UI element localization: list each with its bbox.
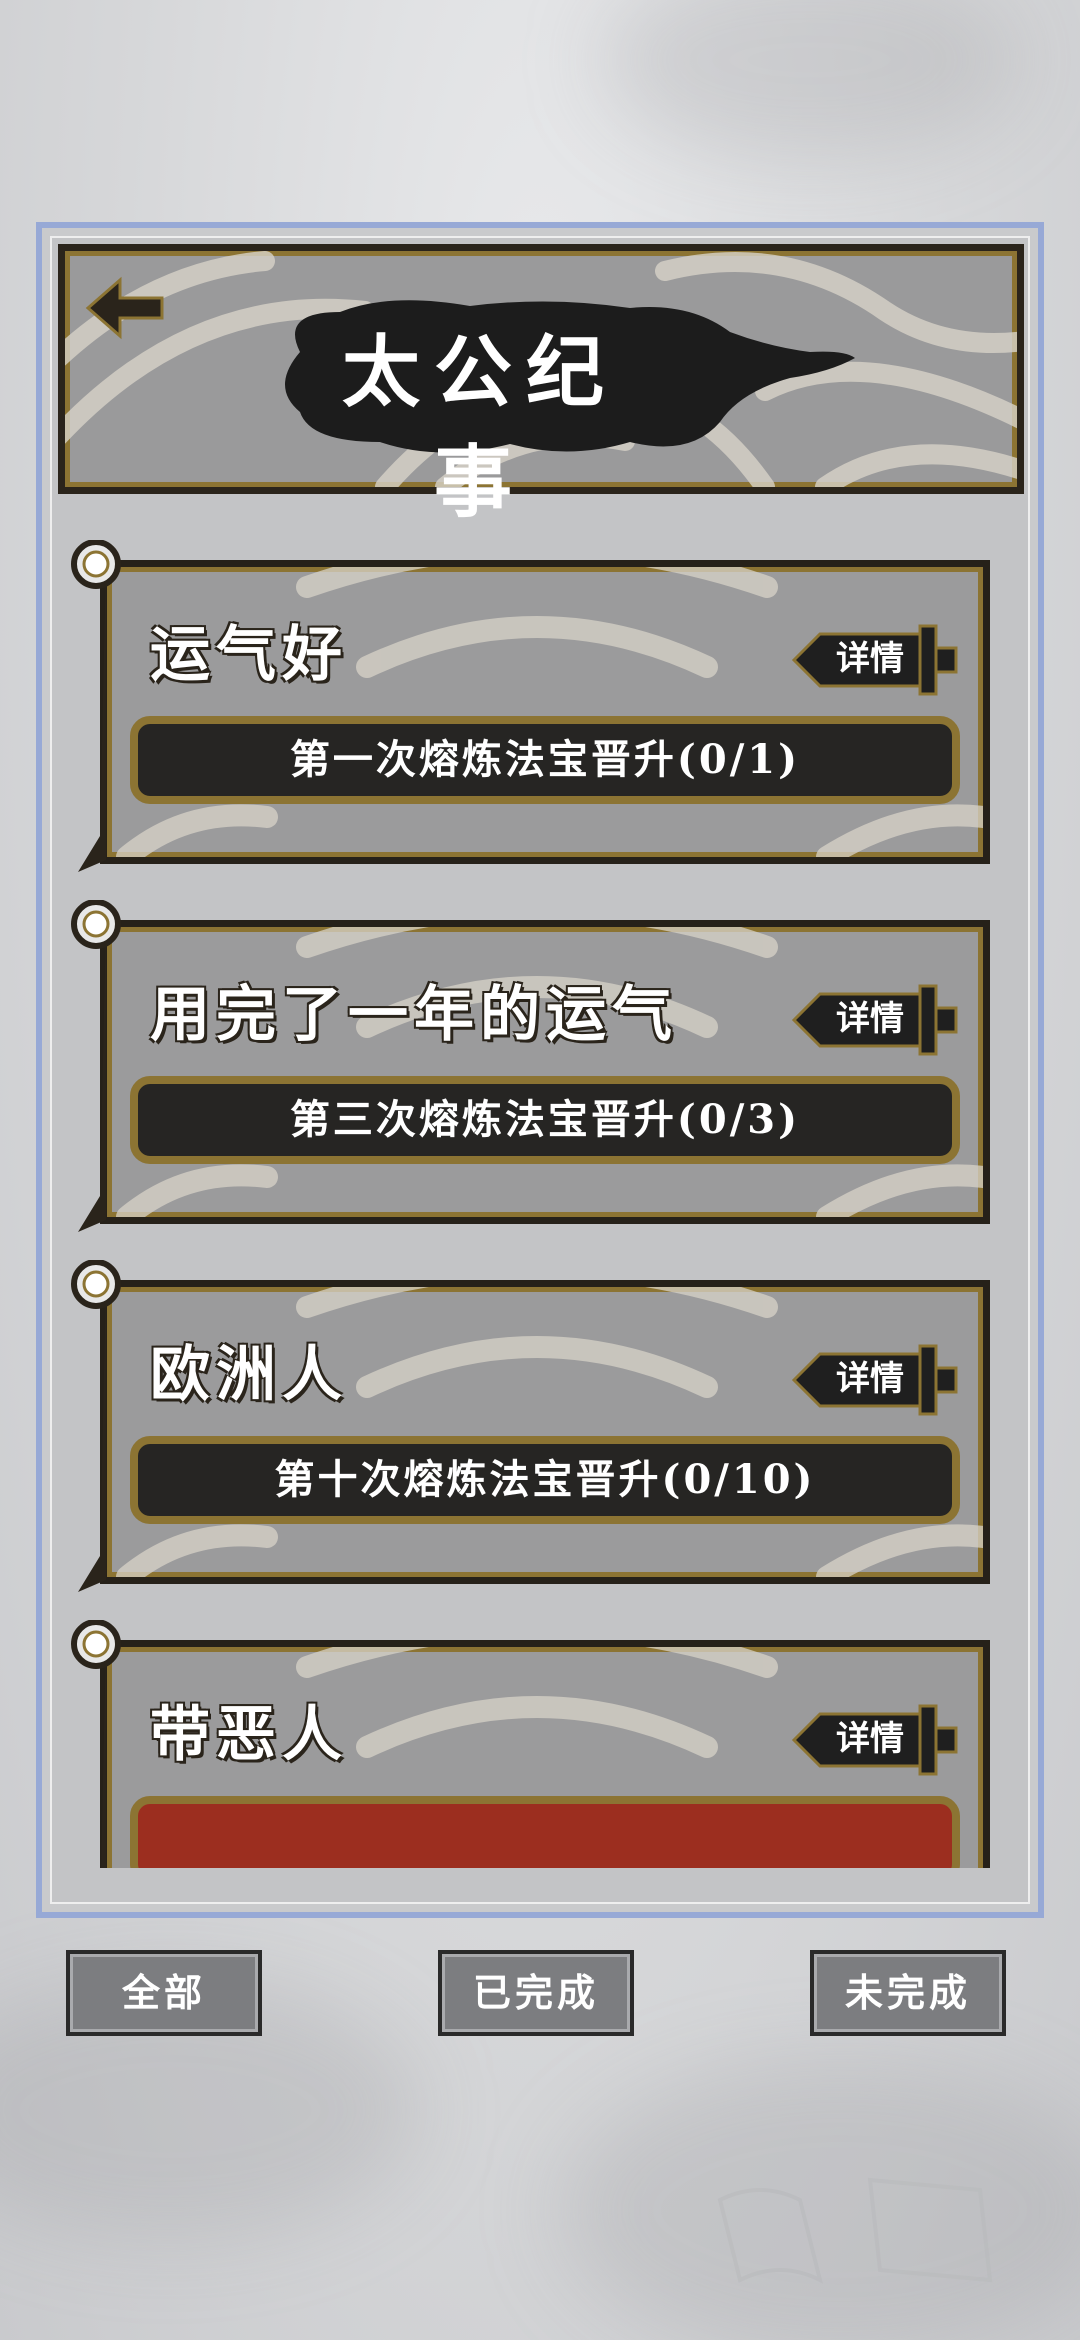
achievement-card: 运气好 详情 第一次熔炼法宝晋升(0/1) bbox=[60, 540, 1000, 880]
tab-incomplete[interactable]: 未完成 bbox=[810, 1950, 1006, 2036]
tab-all[interactable]: 全部 bbox=[66, 1950, 262, 2036]
achievement-card: 欧洲人 详情 第十次熔炼法宝晋升(0/10) bbox=[60, 1260, 1000, 1600]
achievement-list: 运气好 详情 第一次熔炼法宝晋升(0/1) 用完了一年的运气 详情 第三次熔炼法… bbox=[60, 540, 1020, 1868]
game-screen: 太公纪事 运气好 详情 第一次熔炼法宝晋升(0/1) 用完了一年的运气 详情 第… bbox=[0, 0, 1080, 2340]
achievement-card: 用完了一年的运气 详情 第三次熔炼法宝晋升(0/3) bbox=[60, 900, 1000, 1240]
scroll-decoration-icon bbox=[717, 2177, 993, 2284]
tab-completed[interactable]: 已完成 bbox=[438, 1950, 634, 2036]
detail-label: 详情 bbox=[836, 999, 904, 1039]
achievement-title: 欧洲人 bbox=[150, 1340, 348, 1410]
back-arrow-icon[interactable] bbox=[80, 268, 170, 348]
detail-label: 详情 bbox=[836, 1719, 904, 1759]
achievement-title: 用完了一年的运气 bbox=[150, 980, 678, 1050]
task-progress-bar bbox=[130, 1796, 960, 1868]
detail-label: 详情 bbox=[836, 1359, 904, 1399]
achievement-title: 运气好 bbox=[150, 620, 348, 690]
detail-label: 详情 bbox=[836, 639, 904, 679]
achievement-title: 带恶人 bbox=[150, 1700, 348, 1770]
achievement-card: 带恶人 详情 bbox=[60, 1620, 1000, 1868]
task-progress-bar: 第十次熔炼法宝晋升(0/10) bbox=[130, 1436, 960, 1524]
task-progress-bar: 第三次熔炼法宝晋升(0/3) bbox=[130, 1076, 960, 1164]
page-title: 太公纪事 bbox=[341, 327, 618, 528]
task-progress-bar: 第一次熔炼法宝晋升(0/1) bbox=[130, 716, 960, 804]
